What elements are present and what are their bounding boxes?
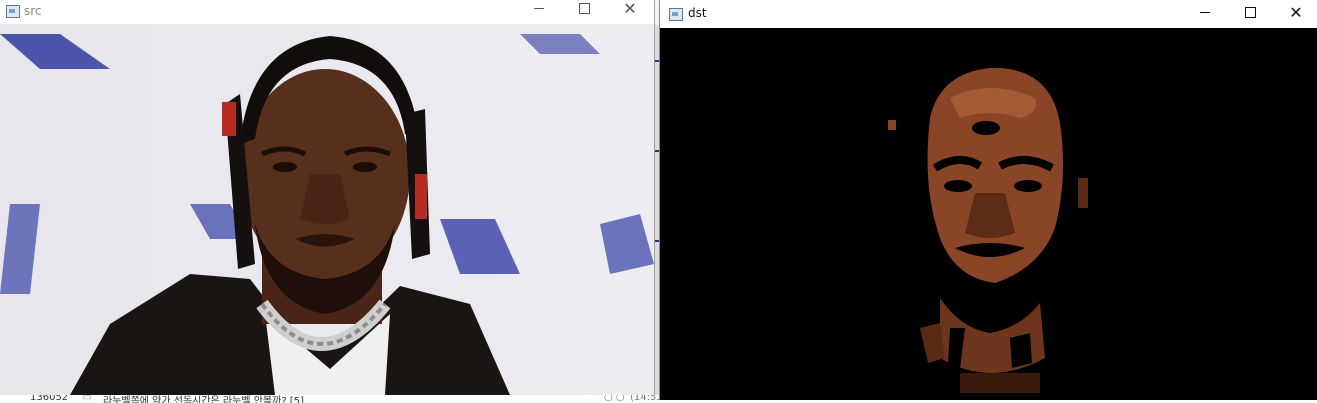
- src-photo: [0, 24, 654, 395]
- src-window-title: src: [24, 4, 42, 18]
- dst-image: [660, 28, 1317, 400]
- minimize-button[interactable]: [516, 1, 562, 16]
- maximize-button[interactable]: [561, 1, 607, 16]
- minimize-button[interactable]: [1182, 5, 1228, 20]
- opencv-window-icon: [669, 8, 683, 21]
- src-titlebar[interactable]: src ✕: [0, 0, 654, 24]
- close-button[interactable]: ✕: [607, 1, 653, 17]
- src-window[interactable]: src ✕: [0, 0, 655, 395]
- opencv-window-icon: [6, 5, 20, 18]
- dst-window[interactable]: dst ✕: [659, 0, 1317, 400]
- close-button[interactable]: ✕: [1273, 5, 1317, 21]
- dst-titlebar[interactable]: dst ✕: [660, 0, 1317, 28]
- src-image: [0, 24, 654, 395]
- dst-skin-mask-photo: [660, 28, 1317, 400]
- maximize-button[interactable]: [1227, 5, 1273, 20]
- dst-window-title: dst: [688, 6, 707, 20]
